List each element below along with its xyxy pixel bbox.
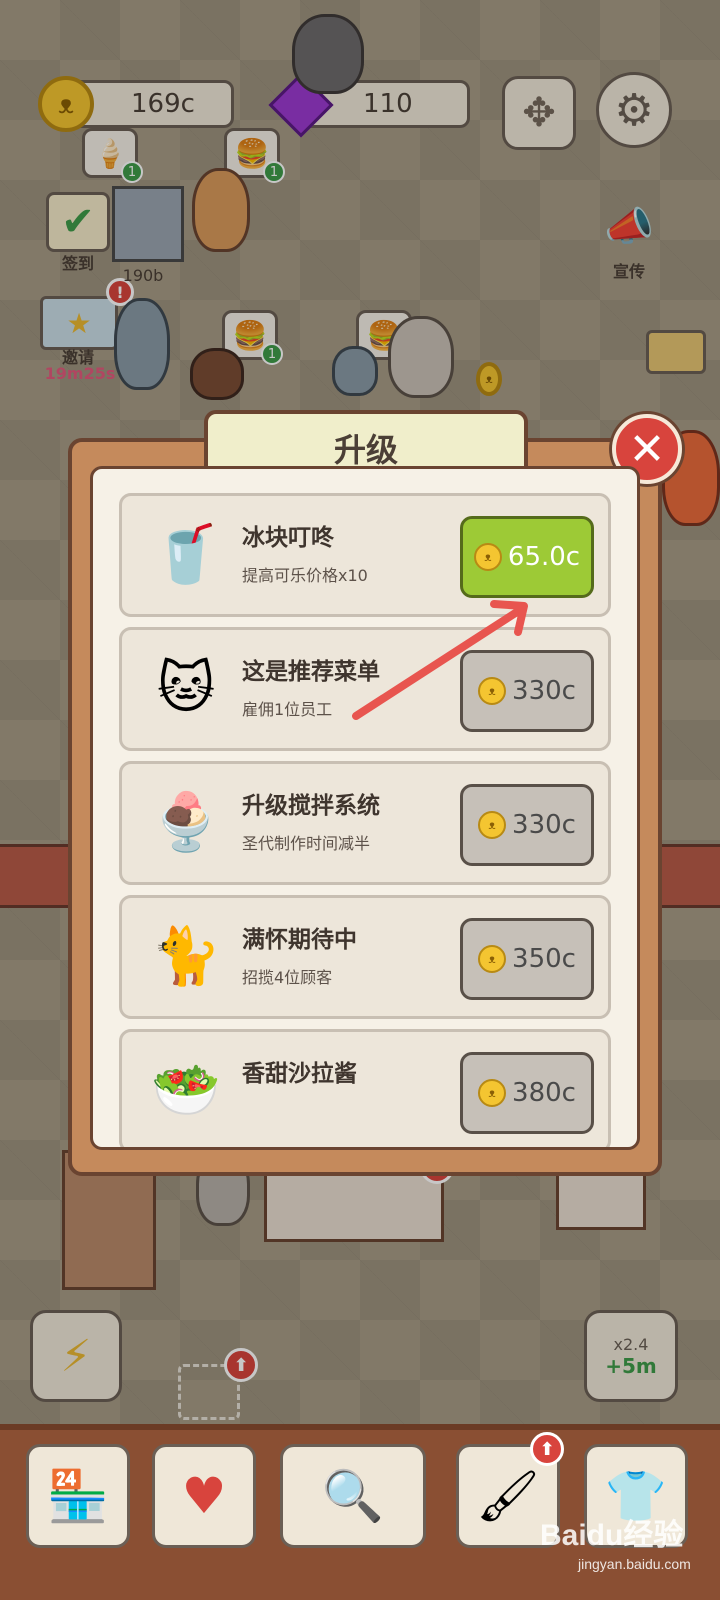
upgrade-row: 🍨 升级搅拌系统 圣代制作时间减半 ᴥ 330c: [119, 761, 611, 885]
upgrade-title: 升级搅拌系统: [242, 793, 380, 819]
upgrade-row: 🐈 满怀期待中 招揽4位顾客 ᴥ 350c: [119, 895, 611, 1019]
dialog-title-text: 升级: [333, 431, 398, 469]
upgrade-price: 330c: [512, 676, 576, 706]
salad-icon: 🥗: [151, 1058, 221, 1123]
newspaper-search-icon: 🔍: [321, 1466, 385, 1525]
upgrade-price: 330c: [512, 810, 576, 840]
coin-icon: ᴥ: [478, 677, 507, 705]
upgrade-price: 380c: [512, 1078, 576, 1108]
pets-button[interactable]: ♥: [152, 1444, 256, 1548]
coin-icon: ᴥ: [478, 811, 507, 839]
watermark-brand: Baidu经验: [540, 1519, 684, 1552]
upgrade-title: 香甜沙拉酱: [242, 1061, 357, 1087]
milkshake-icon: 🍨: [151, 790, 221, 855]
buy-upgrade-button[interactable]: ᴥ 350c: [460, 918, 594, 1000]
upgrade-row: 🐱 这是推荐菜单 雇佣1位员工 ᴥ 330c: [119, 627, 611, 751]
upgrade-row: 🥗 香甜沙拉酱 ᴥ 380c: [119, 1029, 611, 1147]
upgrade-desc: 招揽4位顾客: [242, 968, 333, 987]
upgrade-title: 冰块叮咚: [242, 525, 334, 551]
buy-upgrade-button[interactable]: ᴥ 380c: [460, 1052, 594, 1134]
upgrade-badge: ⬆: [530, 1432, 564, 1466]
coin-icon: ᴥ: [478, 945, 507, 973]
coin-icon: ᴥ: [478, 1079, 507, 1107]
shop-button[interactable]: 🏪: [26, 1444, 130, 1548]
coin-icon: ᴥ: [473, 543, 502, 571]
upgrade-desc: 雇佣1位员工: [242, 700, 333, 719]
upgrade-title: 满怀期待中: [242, 927, 357, 953]
shop-icon: 🏪: [46, 1466, 110, 1525]
heart-paw-icon: ♥: [181, 1467, 227, 1525]
upgrade-list[interactable]: 🥤 冰块叮咚 提高可乐价格x10 ᴥ 65.0c 🐱 这是推荐菜单 雇佣1位员工 …: [90, 466, 640, 1150]
upgrade-title: 这是推荐菜单: [242, 659, 380, 685]
news-button[interactable]: 🔍: [280, 1444, 426, 1548]
paint-roller-icon: 🖌: [476, 1466, 540, 1525]
calico-cat-icon: 🐈: [151, 924, 221, 989]
upgrade-desc: 提高可乐价格x10: [242, 566, 368, 585]
upgrade-price: 350c: [512, 944, 576, 974]
cola-cup-icon: 🥤: [151, 522, 221, 587]
upgrade-desc: 圣代制作时间减半: [242, 834, 371, 853]
buy-upgrade-button[interactable]: ᴥ 330c: [460, 784, 594, 866]
upgrade-price: 65.0c: [507, 542, 581, 572]
buy-upgrade-button[interactable]: ᴥ 330c: [460, 650, 594, 732]
watermark-site: jingyan.baidu.com: [578, 1556, 691, 1572]
buy-upgrade-button[interactable]: ᴥ 65.0c: [460, 516, 594, 598]
chef-cat-icon: 🐱: [156, 655, 216, 721]
upgrade-row: 🥤 冰块叮咚 提高可乐价格x10 ᴥ 65.0c: [119, 493, 611, 617]
